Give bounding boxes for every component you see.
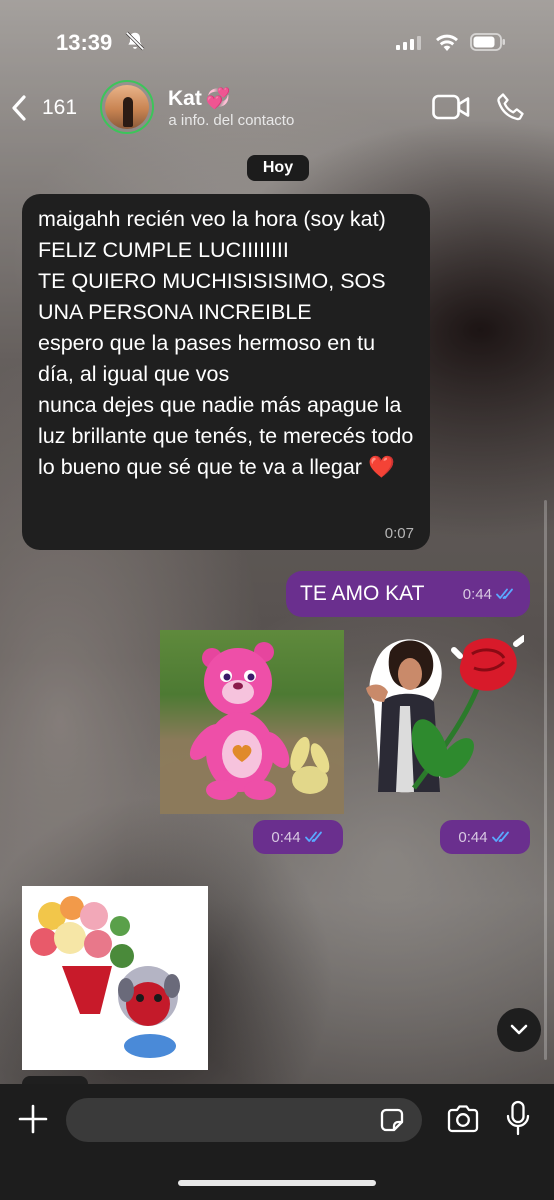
message-line: TE QUIERO MUCHISISISIMO, SOS UNA PERSONA…: [38, 269, 386, 324]
message-input[interactable]: [66, 1098, 422, 1142]
video-call-icon[interactable]: [432, 94, 470, 120]
message-line: espero que la pases hermoso en tu día, a…: [38, 331, 376, 386]
sticker-time-chip: 0:44: [253, 820, 343, 854]
battery-icon: [470, 33, 505, 51]
care-bear-sticker[interactable]: [160, 630, 344, 814]
message-line: maigahh recién veo la hora (soy kat): [38, 207, 386, 231]
message-meta: 0:44: [463, 586, 516, 603]
rose-sticker[interactable]: [356, 632, 524, 806]
read-double-check-icon: [491, 831, 509, 842]
message-time: 0:44: [271, 828, 301, 846]
status-time: 13:39: [56, 30, 113, 55]
phone-call-icon[interactable]: [496, 92, 526, 122]
message-text: TE AMO KAT: [300, 582, 425, 605]
incoming-message-bubble[interactable]: maigahh recién veo la hora (soy kat) FEL…: [22, 194, 430, 550]
chat-scrollbar[interactable]: [544, 500, 547, 1060]
scroll-to-bottom-button[interactable]: [497, 1008, 541, 1052]
back-button[interactable]: 161: [10, 90, 77, 126]
message-line-text: nunca dejes que nadie más apague la luz …: [38, 393, 414, 479]
contact-name[interactable]: Kat: [168, 87, 202, 111]
contact-avatar[interactable]: [100, 80, 154, 134]
chat-header: 161 Kat 💞 Toca para ver la info. del con…: [0, 80, 554, 136]
contact-info-hint[interactable]: Toca para ver la info. del contacto: [168, 112, 382, 129]
chevron-left-icon: [12, 95, 26, 121]
message-line: nunca dejes que nadie más apague la luz …: [38, 390, 416, 483]
plus-attach-icon[interactable]: [18, 1104, 48, 1134]
sticker-icon[interactable]: [378, 1106, 406, 1134]
flower-bouquet-sticker[interactable]: [22, 886, 208, 1070]
cellular-signal-icon: [396, 36, 421, 50]
message-time: 0:44: [462, 585, 492, 603]
status-bar: 13:39: [0, 0, 554, 80]
message-time: 0:07: [384, 525, 414, 542]
read-double-check-icon: [304, 831, 322, 842]
sparkling-hearts-icon: 💞: [205, 88, 231, 110]
date-separator: Hoy: [247, 155, 309, 181]
chevron-down-icon: [510, 1024, 528, 1035]
message-time: 0:44: [458, 828, 488, 846]
camera-icon[interactable]: [446, 1104, 480, 1134]
message-line: FELIZ CUMPLE LUCIIIIIIII: [38, 238, 289, 262]
read-double-check-icon: [496, 588, 513, 599]
outgoing-message-bubble[interactable]: TE AMO KAT 0:44: [286, 571, 530, 617]
microphone-icon[interactable]: [506, 1100, 530, 1136]
contact-name-row[interactable]: Kat 💞: [168, 86, 231, 111]
unread-count: 161: [42, 96, 78, 119]
home-indicator[interactable]: [178, 1180, 376, 1186]
sticker-time-chip: 0:44: [440, 820, 530, 854]
silent-bell-icon: [125, 31, 145, 51]
wifi-icon: [436, 34, 458, 51]
red-heart-emoji: ❤️: [367, 455, 395, 479]
